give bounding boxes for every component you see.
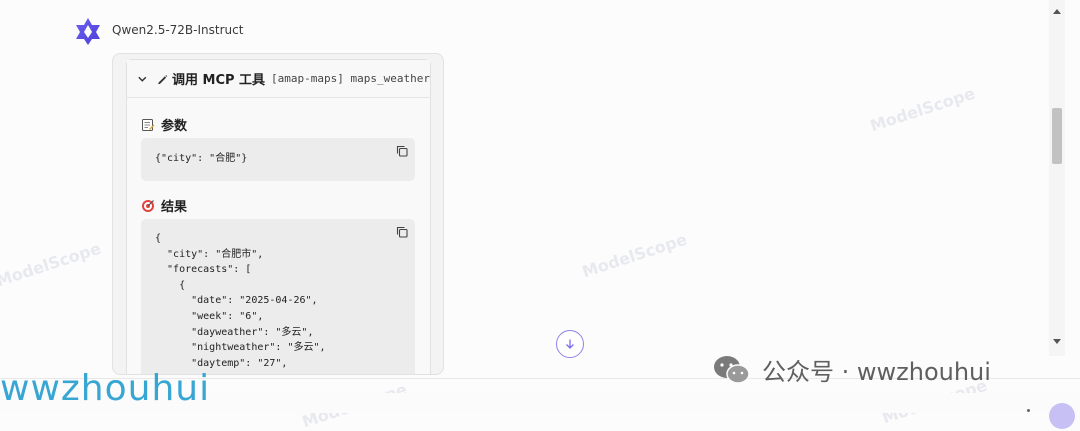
code-line: "week": "6", bbox=[155, 310, 264, 322]
copy-icon[interactable] bbox=[395, 225, 409, 239]
input-dot bbox=[1027, 409, 1030, 412]
result-section-label: 结果 bbox=[141, 196, 187, 215]
model-name: Qwen2.5-72B-Instruct bbox=[112, 23, 244, 37]
qwen-logo-icon bbox=[76, 18, 100, 45]
params-code: {"city": "合肥"} bbox=[155, 153, 248, 164]
scrollbar-thumb[interactable] bbox=[1052, 108, 1062, 164]
tool-call-header[interactable]: 调用 MCP 工具 [amap-maps] maps_weather bbox=[127, 60, 430, 98]
wechat-icon bbox=[714, 355, 750, 384]
code-line: "dayweather": "多云", bbox=[155, 326, 314, 338]
scrollbar[interactable] bbox=[1049, 0, 1065, 356]
code-line: { bbox=[155, 233, 162, 244]
tool-name: [amap-maps] maps_weather bbox=[271, 72, 430, 85]
tool-call-title: 调用 MCP 工具 bbox=[171, 73, 266, 88]
arrow-down-icon bbox=[566, 339, 574, 349]
code-line: "date": "2025-04-26", bbox=[155, 295, 318, 307]
scroll-up-arrow-icon[interactable] bbox=[1053, 8, 1061, 14]
brand-right-text: 公众号 · wwzhouhui bbox=[762, 358, 991, 386]
scroll-to-bottom-button[interactable] bbox=[556, 330, 584, 358]
scroll-down-arrow-icon[interactable] bbox=[1053, 339, 1061, 345]
target-icon bbox=[142, 199, 154, 212]
params-section-label: 参数 bbox=[141, 115, 187, 134]
code-line: "forecasts": [ bbox=[155, 264, 252, 276]
watermark: ModelScope bbox=[579, 229, 690, 282]
code-line: { bbox=[155, 279, 186, 291]
copy-icon[interactable] bbox=[395, 144, 409, 158]
tool-call-panel: 调用 MCP 工具 [amap-maps] maps_weather 参数 {"… bbox=[126, 59, 431, 374]
watermark: ModelScope bbox=[867, 83, 978, 136]
chevron-down-icon[interactable] bbox=[137, 73, 148, 85]
watermark: ModelScope bbox=[0, 238, 104, 291]
tool-call-card: 调用 MCP 工具 [amap-maps] maps_weather 参数 {"… bbox=[112, 53, 444, 375]
code-line: "nightweather": "多云", bbox=[155, 342, 326, 354]
memo-icon bbox=[142, 118, 155, 131]
brand-watermark-right: 公众号 · wwzhouhui bbox=[712, 352, 991, 387]
brand-watermark-left: wwzhouhui bbox=[0, 368, 211, 409]
result-code-block: { "city": "合肥市", "forecasts": [ { "date"… bbox=[141, 219, 415, 374]
code-line: "city": "合肥市", bbox=[155, 248, 264, 260]
params-code-block: {"city": "合肥"} bbox=[141, 138, 415, 181]
params-label: 参数 bbox=[161, 119, 188, 134]
result-label: 结果 bbox=[161, 200, 188, 215]
pen-icon bbox=[157, 74, 167, 84]
result-code: { "city": "合肥市", "forecasts": [ { "date"… bbox=[155, 231, 326, 371]
send-button[interactable] bbox=[1049, 403, 1075, 429]
